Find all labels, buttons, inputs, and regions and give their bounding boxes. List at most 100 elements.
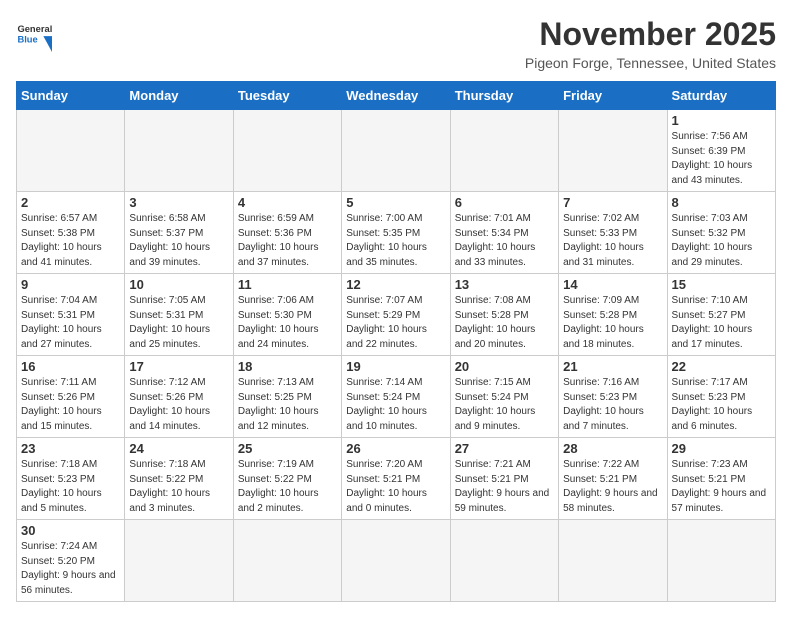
day-info: Sunrise: 7:12 AM Sunset: 5:26 PM Dayligh… bbox=[129, 376, 228, 434]
calendar-cell: 30 Sunrise: 7:24 AM Sunset: 5:20 PM Dayli… bbox=[17, 520, 125, 602]
day-info: Sunrise: 7:13 AM Sunset: 5:25 PM Dayligh… bbox=[238, 376, 337, 434]
calendar-cell: 6Sunrise: 7:01 AM Sunset: 5:34 PM Daylig… bbox=[450, 192, 558, 274]
calendar-cell bbox=[450, 110, 558, 192]
title-area: November 2025 Pigeon Forge, Tennessee, U… bbox=[525, 16, 776, 71]
generalblue-logo-icon: General Blue bbox=[16, 16, 52, 52]
day-number: 13 bbox=[455, 277, 554, 292]
calendar-cell bbox=[667, 520, 775, 602]
day-info: Sunrise: 7:02 AM Sunset: 5:33 PM Dayligh… bbox=[563, 212, 662, 270]
day-info: Sunrise: 7:11 AM Sunset: 5:26 PM Dayligh… bbox=[21, 376, 120, 434]
day-info: Sunrise: 7:06 AM Sunset: 5:30 PM Dayligh… bbox=[238, 294, 337, 352]
calendar-cell: 13Sunrise: 7:08 AM Sunset: 5:28 PM Dayli… bbox=[450, 274, 558, 356]
calendar-cell: 23Sunrise: 7:18 AM Sunset: 5:23 PM Dayli… bbox=[17, 438, 125, 520]
day-number: 7 bbox=[563, 195, 662, 210]
day-number: 26 bbox=[346, 441, 445, 456]
calendar-cell: 1 Sunrise: 7:56 AM Sunset: 6:39 PM Daylig… bbox=[667, 110, 775, 192]
calendar-week-row: 16 Sunrise: 7:11 AM Sunset: 5:26 PM Dayli… bbox=[17, 356, 776, 438]
weekday-header-thursday: Thursday bbox=[450, 82, 558, 110]
calendar-cell: 10 Sunrise: 7:05 AM Sunset: 5:31 PM Dayli… bbox=[125, 274, 233, 356]
day-number: 10 bbox=[129, 277, 228, 292]
day-number: 15 bbox=[672, 277, 771, 292]
day-info: Sunrise: 7:20 AM Sunset: 5:21 PM Dayligh… bbox=[346, 458, 445, 516]
page-header: General Blue November 2025 Pigeon Forge,… bbox=[16, 16, 776, 71]
calendar-cell bbox=[233, 110, 341, 192]
day-number: 27 bbox=[455, 441, 554, 456]
weekday-header-tuesday: Tuesday bbox=[233, 82, 341, 110]
day-info: Sunrise: 7:16 AM Sunset: 5:23 PM Dayligh… bbox=[563, 376, 662, 434]
calendar-cell: 21 Sunrise: 7:16 AM Sunset: 5:23 PM Dayli… bbox=[559, 356, 667, 438]
day-number: 21 bbox=[563, 359, 662, 374]
day-number: 6 bbox=[455, 195, 554, 210]
day-info: Sunrise: 7:22 AM Sunset: 5:21 PM Dayligh… bbox=[563, 458, 662, 516]
svg-text:Blue: Blue bbox=[17, 35, 37, 45]
weekday-header-sunday: Sunday bbox=[17, 82, 125, 110]
calendar-cell: 3Sunrise: 6:58 AM Sunset: 5:37 PM Daylig… bbox=[125, 192, 233, 274]
calendar-cell: 25 Sunrise: 7:19 AM Sunset: 5:22 PM Dayli… bbox=[233, 438, 341, 520]
day-info: Sunrise: 7:09 AM Sunset: 5:28 PM Dayligh… bbox=[563, 294, 662, 352]
weekday-header-row: SundayMondayTuesdayWednesdayThursdayFrid… bbox=[17, 82, 776, 110]
day-number: 25 bbox=[238, 441, 337, 456]
calendar-week-row: 9Sunrise: 7:04 AM Sunset: 5:31 PM Daylig… bbox=[17, 274, 776, 356]
calendar-cell: 5 Sunrise: 7:00 AM Sunset: 5:35 PM Daylig… bbox=[342, 192, 450, 274]
day-number: 4 bbox=[238, 195, 337, 210]
day-info: Sunrise: 7:17 AM Sunset: 5:23 PM Dayligh… bbox=[672, 376, 771, 434]
day-number: 17 bbox=[129, 359, 228, 374]
calendar-cell: 22 Sunrise: 7:17 AM Sunset: 5:23 PM Dayli… bbox=[667, 356, 775, 438]
day-info: Sunrise: 7:19 AM Sunset: 5:22 PM Dayligh… bbox=[238, 458, 337, 516]
day-number: 11 bbox=[238, 277, 337, 292]
calendar-cell bbox=[233, 520, 341, 602]
day-number: 5 bbox=[346, 195, 445, 210]
calendar-cell: 28Sunrise: 7:22 AM Sunset: 5:21 PM Dayli… bbox=[559, 438, 667, 520]
calendar-cell: 27 Sunrise: 7:21 AM Sunset: 5:21 PM Dayli… bbox=[450, 438, 558, 520]
day-info: Sunrise: 7:04 AM Sunset: 5:31 PM Dayligh… bbox=[21, 294, 120, 352]
day-number: 29 bbox=[672, 441, 771, 456]
day-info: Sunrise: 7:56 AM Sunset: 6:39 PM Dayligh… bbox=[672, 130, 771, 188]
day-info: Sunrise: 7:05 AM Sunset: 5:31 PM Dayligh… bbox=[129, 294, 228, 352]
day-info: Sunrise: 7:21 AM Sunset: 5:21 PM Dayligh… bbox=[455, 458, 554, 516]
location-title: Pigeon Forge, Tennessee, United States bbox=[525, 55, 776, 71]
day-info: Sunrise: 7:18 AM Sunset: 5:23 PM Dayligh… bbox=[21, 458, 120, 516]
calendar-week-row: 30 Sunrise: 7:24 AM Sunset: 5:20 PM Dayli… bbox=[17, 520, 776, 602]
calendar-cell: 19Sunrise: 7:14 AM Sunset: 5:24 PM Dayli… bbox=[342, 356, 450, 438]
calendar-week-row: 2 Sunrise: 6:57 AM Sunset: 5:38 PM Daylig… bbox=[17, 192, 776, 274]
day-info: Sunrise: 7:14 AM Sunset: 5:24 PM Dayligh… bbox=[346, 376, 445, 434]
calendar-cell: 18 Sunrise: 7:13 AM Sunset: 5:25 PM Dayli… bbox=[233, 356, 341, 438]
calendar-cell: 9Sunrise: 7:04 AM Sunset: 5:31 PM Daylig… bbox=[17, 274, 125, 356]
calendar-cell bbox=[450, 520, 558, 602]
day-number: 12 bbox=[346, 277, 445, 292]
calendar-cell: 15 Sunrise: 7:10 AM Sunset: 5:27 PM Dayli… bbox=[667, 274, 775, 356]
day-info: Sunrise: 7:24 AM Sunset: 5:20 PM Dayligh… bbox=[21, 540, 120, 598]
calendar-week-row: 1 Sunrise: 7:56 AM Sunset: 6:39 PM Daylig… bbox=[17, 110, 776, 192]
day-number: 20 bbox=[455, 359, 554, 374]
day-number: 2 bbox=[21, 195, 120, 210]
calendar-week-row: 23Sunrise: 7:18 AM Sunset: 5:23 PM Dayli… bbox=[17, 438, 776, 520]
day-number: 8 bbox=[672, 195, 771, 210]
calendar-cell bbox=[342, 110, 450, 192]
weekday-header-friday: Friday bbox=[559, 82, 667, 110]
day-info: Sunrise: 6:58 AM Sunset: 5:37 PM Dayligh… bbox=[129, 212, 228, 270]
calendar-cell: 14Sunrise: 7:09 AM Sunset: 5:28 PM Dayli… bbox=[559, 274, 667, 356]
day-info: Sunrise: 7:03 AM Sunset: 5:32 PM Dayligh… bbox=[672, 212, 771, 270]
calendar-cell: 24Sunrise: 7:18 AM Sunset: 5:22 PM Dayli… bbox=[125, 438, 233, 520]
calendar-table: SundayMondayTuesdayWednesdayThursdayFrid… bbox=[16, 81, 776, 602]
calendar-cell bbox=[17, 110, 125, 192]
day-info: Sunrise: 6:57 AM Sunset: 5:38 PM Dayligh… bbox=[21, 212, 120, 270]
calendar-cell: 12 Sunrise: 7:07 AM Sunset: 5:29 PM Dayli… bbox=[342, 274, 450, 356]
weekday-header-saturday: Saturday bbox=[667, 82, 775, 110]
day-number: 22 bbox=[672, 359, 771, 374]
calendar-cell bbox=[125, 110, 233, 192]
day-number: 1 bbox=[672, 113, 771, 128]
day-number: 30 bbox=[21, 523, 120, 538]
day-number: 16 bbox=[21, 359, 120, 374]
calendar-cell: 2 Sunrise: 6:57 AM Sunset: 5:38 PM Daylig… bbox=[17, 192, 125, 274]
calendar-cell: 29Sunrise: 7:23 AM Sunset: 5:21 PM Dayli… bbox=[667, 438, 775, 520]
day-info: Sunrise: 7:07 AM Sunset: 5:29 PM Dayligh… bbox=[346, 294, 445, 352]
day-info: Sunrise: 7:00 AM Sunset: 5:35 PM Dayligh… bbox=[346, 212, 445, 270]
day-number: 18 bbox=[238, 359, 337, 374]
weekday-header-wednesday: Wednesday bbox=[342, 82, 450, 110]
logo: General Blue bbox=[16, 16, 52, 52]
day-info: Sunrise: 7:10 AM Sunset: 5:27 PM Dayligh… bbox=[672, 294, 771, 352]
calendar-cell: 26 Sunrise: 7:20 AM Sunset: 5:21 PM Dayli… bbox=[342, 438, 450, 520]
calendar-cell bbox=[125, 520, 233, 602]
calendar-cell bbox=[342, 520, 450, 602]
